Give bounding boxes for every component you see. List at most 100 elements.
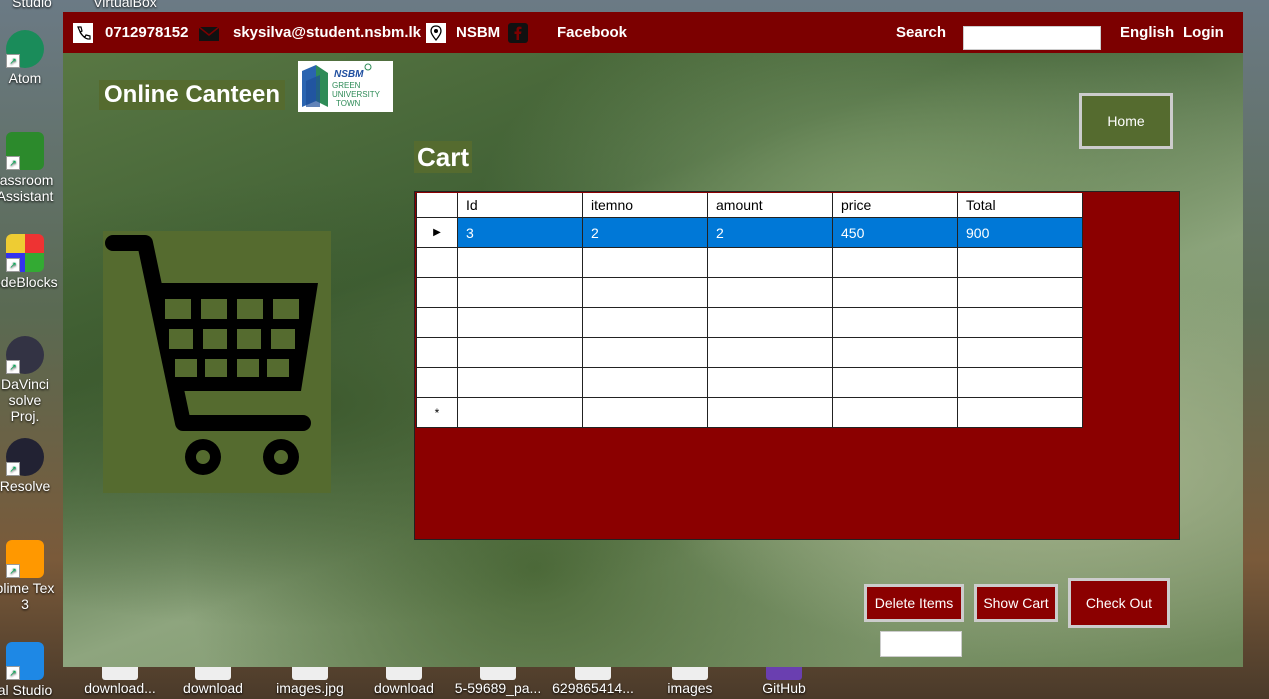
cell-amount[interactable]: 2 [707,217,833,248]
language-link[interactable]: English [1120,24,1174,41]
classroom-icon: ↗ [6,132,44,170]
location-label: NSBM [456,24,501,41]
cell-amount[interactable] [707,367,833,398]
cell-amount[interactable] [707,397,833,428]
new-row-asterisk[interactable]: * [416,397,458,428]
cell-price[interactable] [832,307,958,338]
resolve-icon: ↗ [6,438,44,476]
home-button[interactable]: Home [1079,93,1173,149]
column-header-total[interactable]: Total [957,193,1083,218]
cell-id[interactable] [457,247,583,278]
cell-id[interactable]: 3 [457,217,583,248]
cell-amount[interactable] [707,247,833,278]
table-row[interactable] [416,307,1083,338]
phone-icon [73,23,93,43]
desktop-icon-codeblocks[interactable]: ↗ odeBlocks [0,234,58,290]
cell-itemno[interactable] [582,307,708,338]
cell-itemno[interactable] [582,337,708,368]
column-header-id[interactable]: Id [457,193,583,218]
row-selector[interactable] [416,247,458,278]
show-cart-button[interactable]: Show Cart [974,584,1058,622]
desktop-icon-atom[interactable]: ↗ Atom [0,30,57,86]
atom-icon: ↗ [6,30,44,68]
desktop-icon-classroom[interactable]: ↗ lassroom Assistant [0,132,57,204]
cell-total[interactable]: 900 [957,217,1083,248]
new-row[interactable]: * [416,397,1083,428]
column-header-itemno[interactable]: itemno [582,193,708,218]
cell-itemno[interactable] [582,397,708,428]
login-link[interactable]: Login [1183,24,1224,41]
row-selector[interactable] [416,367,458,398]
cell-price[interactable] [832,367,958,398]
davinci-icon: ↗ [6,336,44,374]
row-selector-arrow[interactable]: ▶ [416,217,458,248]
location-icon [426,23,446,43]
desktop-icon-resolve[interactable]: ↗ Resolve [0,438,57,494]
phone-number: 0712978152 [105,24,189,41]
cell-amount[interactable] [707,277,833,308]
svg-text:GREEN: GREEN [332,81,361,90]
sublime-icon: ↗ [6,540,44,578]
cell-id[interactable] [457,307,583,338]
grid-header-row: Id itemno amount price Total [416,193,1083,218]
cell-total[interactable] [957,247,1083,278]
desktop-icon-vscode[interactable]: ↗ al Studio [0,642,57,698]
cell-price[interactable] [832,247,958,278]
cell-itemno[interactable] [582,247,708,278]
cell-itemno[interactable]: 2 [582,217,708,248]
cell-amount[interactable] [707,337,833,368]
svg-text:UNIVERSITY: UNIVERSITY [332,90,381,99]
desktop-top-label-virtualbox: VirtualBox [93,0,157,10]
row-selector[interactable] [416,277,458,308]
table-row[interactable] [416,337,1083,368]
cell-total[interactable] [957,307,1083,338]
desktop-top-label: Studio [12,0,52,10]
cell-id[interactable] [457,367,583,398]
table-row[interactable]: ▶ 3 2 2 450 900 [416,217,1083,248]
cell-amount[interactable] [707,307,833,338]
table-row[interactable] [416,277,1083,308]
cell-price[interactable]: 450 [832,217,958,248]
vscode-icon: ↗ [6,642,44,680]
codeblocks-icon: ↗ [6,234,44,272]
mail-icon [199,27,219,41]
app-window: 0712978152 skysilva@student.nsbm.lk NSBM… [63,12,1243,667]
check-out-button[interactable]: Check Out [1068,578,1170,628]
table-row[interactable] [416,367,1083,398]
row-selector[interactable] [416,307,458,338]
cell-itemno[interactable] [582,367,708,398]
column-header-price[interactable]: price [832,193,958,218]
cell-total[interactable] [957,277,1083,308]
delete-id-input[interactable] [880,631,962,657]
cart-grid[interactable]: Id itemno amount price Total ▶ 3 2 2 450… [416,193,1083,428]
nsbm-logo: NSBM GREEN UNIVERSITY TOWN [298,61,393,112]
column-header-amount[interactable]: amount [707,193,833,218]
facebook-link[interactable]: Facebook [557,24,627,41]
table-row[interactable] [416,247,1083,278]
cell-id[interactable] [457,277,583,308]
desktop-icon-sublime[interactable]: ↗ blime Tex 3 [0,540,57,612]
cell-total[interactable] [957,397,1083,428]
facebook-icon[interactable] [508,23,528,43]
cart-title: Cart [414,141,473,173]
delete-items-button[interactable]: Delete Items [864,584,964,622]
top-bar: 0712978152 skysilva@student.nsbm.lk NSBM… [63,12,1243,53]
search-input[interactable] [963,26,1101,50]
cell-total[interactable] [957,337,1083,368]
cell-itemno[interactable] [582,277,708,308]
shopping-cart-image [103,231,331,493]
cell-price[interactable] [832,397,958,428]
email-address: skysilva@student.nsbm.lk [233,24,422,41]
svg-text:NSBM: NSBM [334,69,364,80]
cell-total[interactable] [957,367,1083,398]
desktop-icon-davinci[interactable]: ↗ DaVinci solve Proj. [0,336,57,424]
cell-price[interactable] [832,337,958,368]
cell-price[interactable] [832,277,958,308]
university-logo-icon: NSBM GREEN UNIVERSITY TOWN [302,63,381,108]
row-selector[interactable] [416,337,458,368]
svg-text:TOWN: TOWN [336,99,361,108]
row-header-corner [416,193,458,218]
cell-id[interactable] [457,337,583,368]
shopping-cart-icon [105,235,318,475]
cell-id[interactable] [457,397,583,428]
